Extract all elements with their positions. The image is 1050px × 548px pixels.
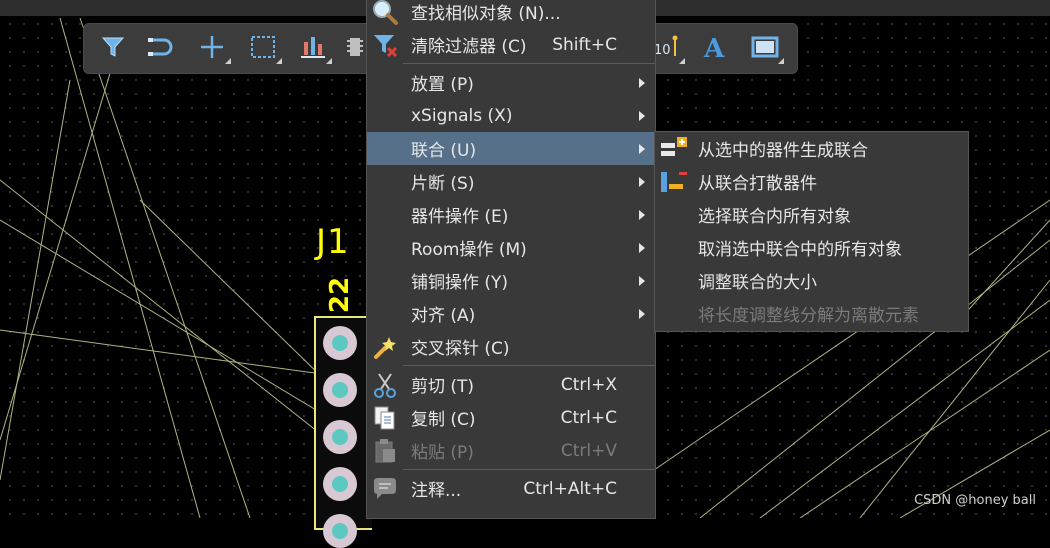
menu-item-union[interactable]: 联合 (U) xyxy=(367,132,655,165)
break-union-icon xyxy=(659,168,687,196)
submenu-item-break-tuning[interactable]: 将长度调整线分解为离散元素 xyxy=(655,297,968,330)
pad[interactable] xyxy=(323,326,357,360)
menu-item-shortcut: Shift+C xyxy=(552,34,617,55)
component-designator[interactable]: J1 xyxy=(316,222,350,262)
menu-item-polygon-actions[interactable]: 铺铜操作 (Y) xyxy=(367,264,655,297)
comment-icon xyxy=(371,475,399,503)
menu-separator xyxy=(403,469,655,470)
menu-item-cross-probe[interactable]: 交叉探针 (C) xyxy=(367,330,655,363)
rectangle-icon[interactable] xyxy=(750,32,784,64)
menu-item-label: 联合 (U) xyxy=(411,141,477,161)
menu-item-snippets[interactable]: 片断 (S) xyxy=(367,165,655,198)
menu-item-label: 放置 (P) xyxy=(411,75,474,95)
menu-item-label: 查找相似对象 (N)... xyxy=(411,4,561,24)
route-icon[interactable] xyxy=(146,32,176,62)
svg-text:A: A xyxy=(703,34,725,61)
pin-number-text: 22 xyxy=(325,276,355,314)
create-union-icon xyxy=(659,135,687,163)
submenu-arrow-icon xyxy=(639,309,645,319)
pin-label: 22 xyxy=(318,270,358,314)
menu-item-find-similar[interactable]: 查找相似对象 (N)... xyxy=(367,0,655,28)
connector-header[interactable] xyxy=(314,316,372,548)
menu-item-label: 从选中的器件生成联合 xyxy=(698,141,868,161)
menu-item-shortcut: Ctrl+X xyxy=(560,374,617,395)
submenu-arrow-icon xyxy=(639,177,645,187)
menu-item-shortcut: Ctrl+Alt+C xyxy=(523,478,617,499)
menu-item-label: 对齐 (A) xyxy=(411,306,476,326)
menu-item-label: 铺铜操作 (Y) xyxy=(411,273,509,293)
pad[interactable] xyxy=(323,420,357,454)
submenu-arrow-icon xyxy=(639,144,645,154)
submenu-arrow-icon xyxy=(639,78,645,88)
scissors-icon xyxy=(371,371,399,399)
pad[interactable] xyxy=(323,373,357,407)
menu-item-shortcut: Ctrl+V xyxy=(560,440,617,461)
union-submenu: 从选中的器件生成联合 从联合打散器件 选择联合内所有对象 取消选中联合中的所有对… xyxy=(654,131,969,332)
copy-icon xyxy=(371,404,399,432)
submenu-item-create-union[interactable]: 从选中的器件生成联合 xyxy=(655,132,968,165)
submenu-item-break-union[interactable]: 从联合打散器件 xyxy=(655,165,968,198)
text-icon[interactable]: A xyxy=(700,32,730,62)
context-menu: 查找相似对象 (N)... 清除过滤器 (C) Shift+C 放置 (P) x… xyxy=(366,0,656,519)
menu-item-label: 剪切 (T) xyxy=(411,377,475,397)
menu-item-label: 调整联合的大小 xyxy=(698,273,817,293)
menu-separator xyxy=(403,365,655,366)
submenu-arrow-icon xyxy=(639,243,645,253)
menu-item-label: 复制 (C) xyxy=(411,410,476,430)
align-bars-icon[interactable] xyxy=(298,32,332,64)
paste-icon xyxy=(371,437,399,465)
submenu-item-select-all-in-union[interactable]: 选择联合内所有对象 xyxy=(655,198,968,231)
pad[interactable] xyxy=(323,467,357,501)
menu-item-align[interactable]: 对齐 (A) xyxy=(367,297,655,330)
menu-item-place[interactable]: 放置 (P) xyxy=(367,66,655,99)
menu-item-room-actions[interactable]: Room操作 (M) xyxy=(367,231,655,264)
menu-item-label: 选择联合内所有对象 xyxy=(698,207,851,227)
menu-item-label: 清除过滤器 (C) xyxy=(411,37,527,57)
menu-item-component-actions[interactable]: 器件操作 (E) xyxy=(367,198,655,231)
submenu-arrow-icon xyxy=(639,111,645,121)
cross-icon[interactable] xyxy=(197,32,231,64)
svg-text:10: 10 xyxy=(654,43,671,58)
menu-item-xsignals[interactable]: xSignals (X) xyxy=(367,99,655,132)
menu-item-label: Room操作 (M) xyxy=(411,240,527,260)
menu-item-label: 将长度调整线分解为离散元素 xyxy=(698,306,919,326)
menu-item-label: 取消选中联合中的所有对象 xyxy=(698,240,902,260)
menu-item-label: 从联合打散器件 xyxy=(698,174,817,194)
menu-item-label: 粘贴 (P) xyxy=(411,443,474,463)
magnifier-icon xyxy=(371,0,399,26)
submenu-item-resize-union[interactable]: 调整联合的大小 xyxy=(655,264,968,297)
menu-item-label: xSignals (X) xyxy=(411,105,513,126)
menu-item-comment[interactable]: 注释... Ctrl+Alt+C xyxy=(367,472,655,505)
menu-item-copy[interactable]: 复制 (C) Ctrl+C xyxy=(367,401,655,434)
menu-separator xyxy=(403,63,655,64)
filter-icon[interactable] xyxy=(98,32,128,62)
menu-item-label: 器件操作 (E) xyxy=(411,207,509,227)
watermark: CSDN @honey ball xyxy=(914,493,1036,508)
submenu-arrow-icon xyxy=(639,210,645,220)
pad[interactable] xyxy=(323,514,357,548)
submenu-item-deselect-all-in-union[interactable]: 取消选中联合中的所有对象 xyxy=(655,231,968,264)
menu-item-shortcut: Ctrl+C xyxy=(560,407,617,428)
menu-item-label: 片断 (S) xyxy=(411,174,475,194)
menu-item-cut[interactable]: 剪切 (T) Ctrl+X xyxy=(367,368,655,401)
clear-filter-icon xyxy=(371,31,399,59)
select-rect-icon[interactable] xyxy=(248,32,282,64)
submenu-arrow-icon xyxy=(639,276,645,286)
cross-probe-icon xyxy=(371,333,399,361)
menu-item-label: 交叉探针 (C) xyxy=(411,339,510,359)
menu-item-clear-filter[interactable]: 清除过滤器 (C) Shift+C xyxy=(367,28,655,61)
menu-item-paste[interactable]: 粘贴 (P) Ctrl+V xyxy=(367,434,655,467)
menu-item-label: 注释... xyxy=(411,481,462,501)
